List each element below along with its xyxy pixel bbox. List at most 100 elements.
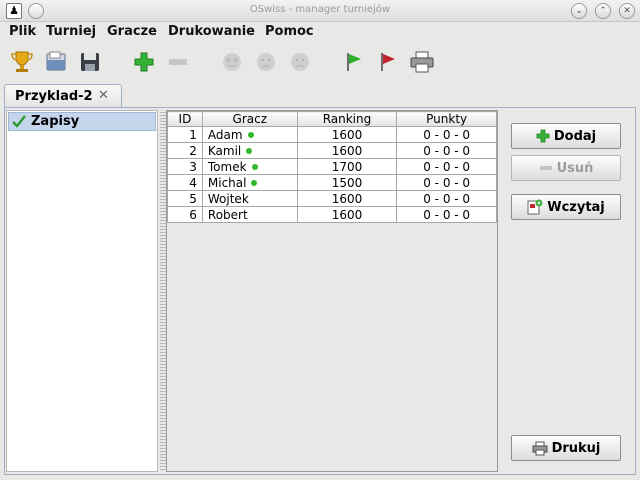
flag-green-icon[interactable] [340,48,368,76]
cell-player-text: Wojtek [207,191,249,206]
cell-id-text: 1 [189,127,197,142]
open-file-icon[interactable] [42,48,70,76]
load-players-label: Wczytaj [547,199,605,215]
tab-przyklad-2[interactable]: Przyklad-2 ✕ [4,84,122,108]
cell-id[interactable]: 5 [167,190,203,207]
column-header-ranking[interactable]: Ranking [296,111,398,127]
cell-points[interactable]: 0 - 0 - 0 [396,158,497,175]
toolbar [0,44,640,80]
cell-player-text: Adam [207,127,243,142]
tree-item-zapisy[interactable]: Zapisy [8,112,156,131]
remove-player-label: Usuń [556,160,594,176]
add-player-button[interactable]: Dodaj [511,123,621,149]
cell-ranking[interactable]: 1600 [296,190,398,207]
title-bar: ♟ OSwiss - manager turniejów ⌄ ⌃ ✕ [0,0,640,22]
tab-strip: Przyklad-2 ✕ [4,84,636,108]
cell-player-text: Michal [207,175,247,190]
window-title: OSwiss - manager turniejów [249,4,391,15]
smiley-sad-icon [286,48,314,76]
cell-player-text: Kamil [207,143,242,158]
smiley-neutral-icon [252,48,280,76]
status-dot-icon [251,179,258,186]
menu-bar: Plik Turniej Gracze Drukowanie Pomoc [0,22,640,44]
cell-player[interactable]: Michal [201,174,298,191]
cell-id[interactable]: 1 [167,126,203,143]
minus-icon [539,161,553,175]
column-header-id[interactable]: ID [167,111,203,127]
save-icon[interactable] [76,48,104,76]
table-row[interactable]: 1 Adam 1600 0 - 0 - 0 [167,126,497,143]
table-row[interactable]: 6 Robert 1600 0 - 0 - 0 [167,206,497,223]
import-icon [527,199,543,215]
cell-ranking-text: 1700 [331,159,363,174]
status-dot-icon [251,163,258,170]
cell-points[interactable]: 0 - 0 - 0 [396,206,497,223]
tab-content: Zapisy ID Gracz Ranking Punkty 1 Adam 1600… [4,107,636,475]
status-dot-icon [247,131,254,138]
cell-id[interactable]: 4 [167,174,203,191]
cell-player[interactable]: Wojtek [201,190,298,207]
cell-player[interactable]: Kamil [201,142,298,159]
table-row[interactable]: 3 Tomek 1700 0 - 0 - 0 [167,158,497,175]
cell-id-text: 5 [189,191,197,206]
minimize-button[interactable]: ⌄ [571,3,587,19]
cell-points-text: 0 - 0 - 0 [423,159,471,174]
tab-label: Przyklad-2 [15,89,93,104]
cell-ranking[interactable]: 1600 [296,206,398,223]
table-row[interactable]: 2 Kamil 1600 0 - 0 - 0 [167,142,497,159]
table-row[interactable]: 4 Michal 1500 0 - 0 - 0 [167,174,497,191]
cell-ranking[interactable]: 1700 [296,158,398,175]
cell-ranking-text: 1600 [331,143,363,158]
print-label: Drukuj [551,440,601,456]
checkmark-icon [12,115,26,131]
cell-player-text: Robert [207,207,248,222]
printer-icon [532,441,548,456]
cell-points-text: 0 - 0 - 0 [423,191,471,206]
cell-points[interactable]: 0 - 0 - 0 [396,174,497,191]
load-players-button[interactable]: Wczytaj [511,194,621,220]
column-header-punkty[interactable]: Punkty [396,111,497,127]
cell-id-text: 2 [189,143,197,158]
cell-player[interactable]: Tomek [201,158,298,175]
column-header-gracz[interactable]: Gracz [201,111,298,127]
table-row[interactable]: 5 Wojtek 1600 0 - 0 - 0 [167,190,497,207]
cell-points-text: 0 - 0 - 0 [423,175,471,190]
print-button[interactable]: Drukuj [511,435,621,461]
cell-ranking-text: 1600 [331,127,363,142]
cell-id[interactable]: 6 [167,206,203,223]
trophy-icon[interactable] [8,48,36,76]
menu-pomoc[interactable]: Pomoc [265,24,314,39]
menu-gracze[interactable]: Gracze [107,24,157,39]
cell-id-text: 4 [189,175,197,190]
maximize-button[interactable]: ⌃ [595,3,611,19]
remove-player-button[interactable]: Usuń [511,155,621,181]
cell-points-text: 0 - 0 - 0 [423,143,471,158]
cell-id-text: 6 [189,207,197,222]
printer-icon[interactable] [408,48,436,76]
menu-turniej[interactable]: Turniej [46,24,96,39]
cell-ranking[interactable]: 1600 [296,126,398,143]
cell-ranking-text: 1600 [331,191,363,206]
cell-ranking-text: 1600 [331,207,363,222]
cell-player[interactable]: Robert [201,206,298,223]
add-icon[interactable] [130,48,158,76]
tab-close-icon[interactable]: ✕ [98,88,109,103]
cell-player[interactable]: Adam [201,126,298,143]
cell-points[interactable]: 0 - 0 - 0 [396,142,497,159]
cell-points[interactable]: 0 - 0 - 0 [396,126,497,143]
cell-ranking[interactable]: 1600 [296,142,398,159]
menu-plik[interactable]: Plik [9,24,36,39]
cell-points[interactable]: 0 - 0 - 0 [396,190,497,207]
flag-red-icon[interactable] [374,48,402,76]
plus-icon [536,129,550,143]
cell-player-text: Tomek [207,159,247,174]
cell-id-text: 3 [189,159,197,174]
smiley-happy-icon [218,48,246,76]
tree-item-label: Zapisy [31,114,80,129]
cell-id[interactable]: 2 [167,142,203,159]
close-window-button[interactable]: ✕ [619,3,635,19]
players-table-container: ID Gracz Ranking Punkty 1 Adam 1600 0 - 0 -… [166,110,498,472]
cell-ranking[interactable]: 1500 [296,174,398,191]
menu-drukowanie[interactable]: Drukowanie [168,24,255,39]
cell-id[interactable]: 3 [167,158,203,175]
